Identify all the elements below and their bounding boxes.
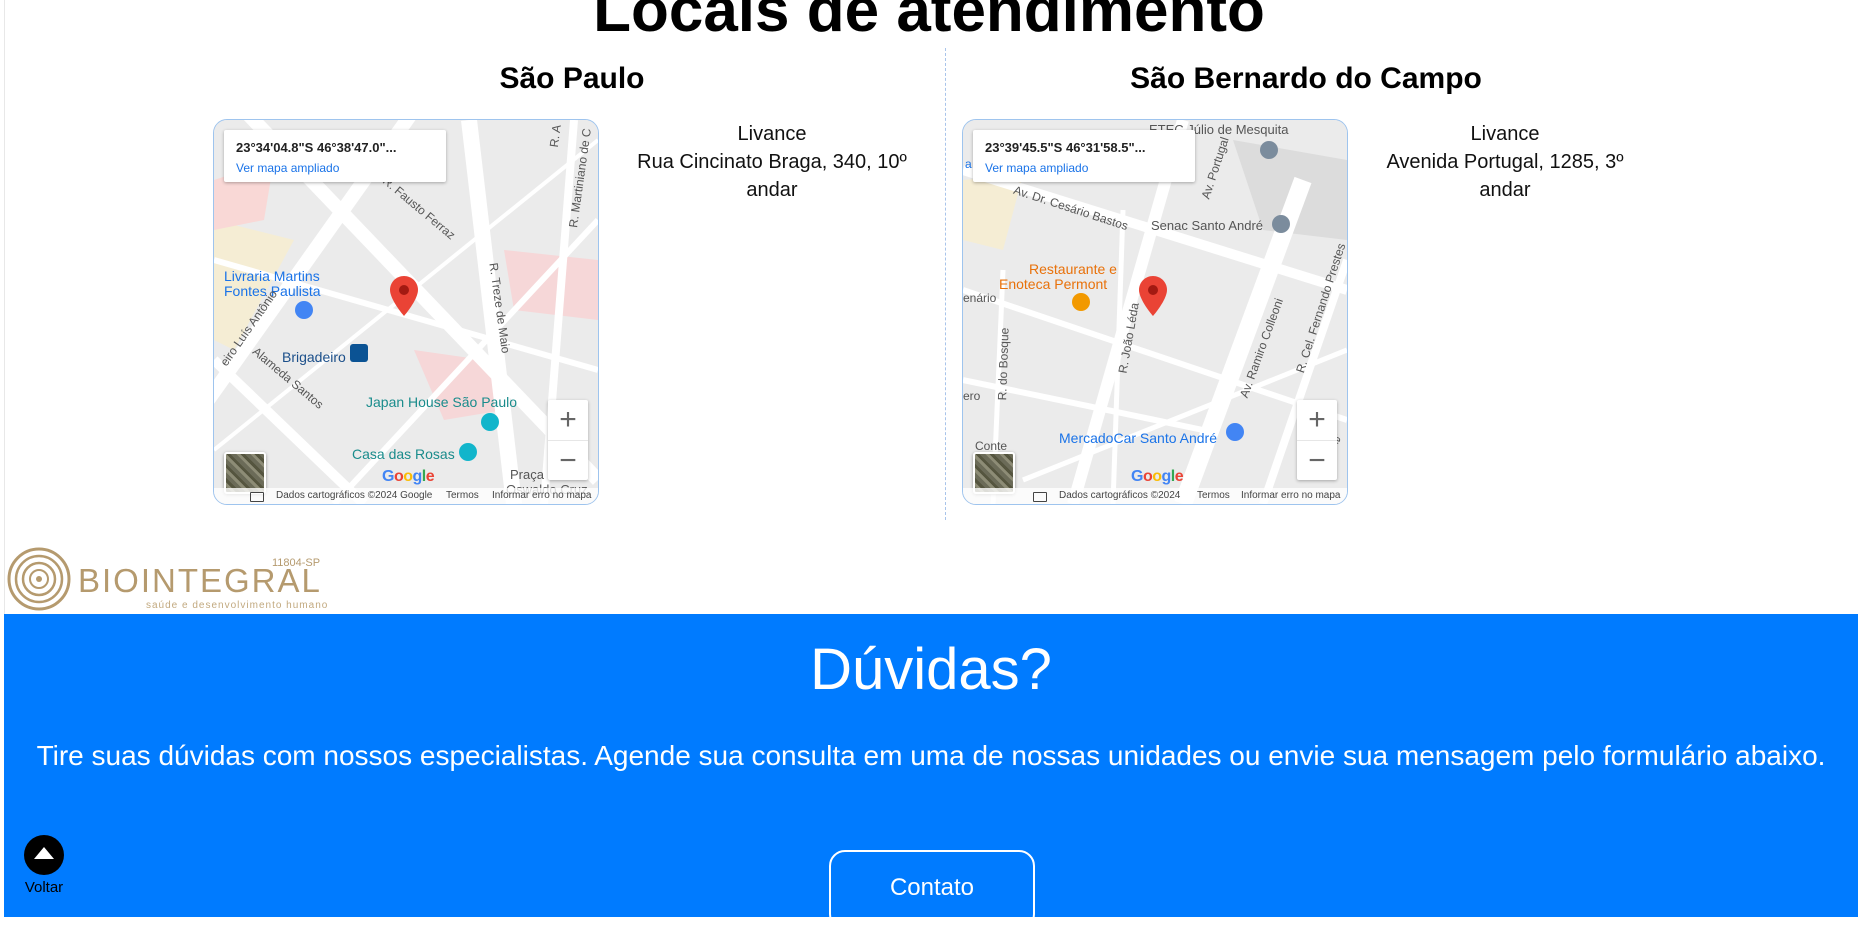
- store-icon: [1226, 423, 1244, 441]
- map-info-box: 23°34'04.8"S 46°38'47.0"... Ver mapa amp…: [224, 130, 446, 182]
- cta-text: Tire suas dúvidas com nossos especialist…: [36, 740, 1826, 771]
- map-attribution-bar: Dados cartográficos ©2024 Google Termos …: [214, 488, 598, 504]
- pin-icon[interactable]: [390, 276, 418, 316]
- enlarge-map-link[interactable]: Ver mapa ampliado: [236, 161, 339, 175]
- column-divider: [945, 48, 946, 520]
- venue-name: Livance: [737, 123, 807, 145]
- city-title-sao-bernardo: São Bernardo do Campo: [1130, 62, 1482, 95]
- map-label: MercadoCar Santo André: [1059, 430, 1217, 446]
- map-info-box: 23°39'45.5"S 46°31'58.5"... Ver mapa amp…: [973, 130, 1195, 182]
- keyboard-icon[interactable]: [250, 492, 264, 502]
- map-label: R. A: [546, 123, 564, 149]
- contact-button[interactable]: Contato: [829, 850, 1035, 930]
- map-sao-paulo[interactable]: Livraria Martins Fontes Paulista Brigade…: [213, 119, 599, 505]
- keyboard-icon[interactable]: [1033, 492, 1047, 502]
- landmark-icon: [459, 443, 477, 461]
- map-label: ero: [963, 389, 981, 403]
- school-icon: [1272, 215, 1290, 233]
- map-label: Praça: [510, 467, 544, 482]
- zoom-in-icon[interactable]: +: [1297, 400, 1337, 440]
- logo-tagline: saúde e desenvolvimento humano: [146, 600, 329, 611]
- metro-icon: [350, 344, 368, 362]
- back-to-top-button[interactable]: Voltar: [22, 835, 66, 896]
- questions-section: Dúvidas? Tire suas dúvidas com nossos es…: [4, 614, 1858, 930]
- map-report-link[interactable]: Informar erro no mapa: [1241, 490, 1341, 501]
- map-label: R. do Bosque: [995, 327, 1012, 401]
- restaurant-icon: [1072, 293, 1090, 311]
- zoom-out-icon[interactable]: −: [548, 440, 588, 481]
- logo-name: BIOINTEGRAL: [78, 562, 322, 599]
- address-block-sao-bernardo: Livance Avenida Portugal, 1285, 3º andar: [1360, 120, 1650, 204]
- zoom-control: + −: [548, 400, 588, 480]
- map-label: enário: [963, 291, 997, 305]
- arrow-up-icon: [34, 847, 54, 859]
- map-coordinates: 23°39'45.5"S 46°31'58.5"...: [985, 140, 1146, 155]
- bookstore-icon: [295, 301, 313, 319]
- street-address: Rua Cincinato Braga, 340, 10º andar: [637, 151, 907, 201]
- map-terms-link[interactable]: Termos: [1197, 490, 1230, 501]
- zoom-control: + −: [1297, 400, 1337, 480]
- street-address: Avenida Portugal, 1285, 3º andar: [1386, 151, 1624, 201]
- map-label: Casa das Rosas: [352, 446, 455, 462]
- map-attribution: Dados cartográficos ©2024 Google: [276, 490, 433, 501]
- page-title: Locais de atendimento: [593, 0, 1265, 45]
- zoom-in-icon[interactable]: +: [548, 400, 588, 440]
- cta-title: Dúvidas?: [810, 637, 1052, 702]
- map-label: Enoteca Permont: [999, 276, 1108, 292]
- map-sao-bernardo[interactable]: ETEC Júlio de Mesquita Av. Dr. Cesário B…: [962, 119, 1348, 505]
- address-block-sao-paulo: Livance Rua Cincinato Braga, 340, 10º an…: [612, 120, 932, 204]
- spiral-logo-icon: [7, 547, 71, 611]
- map-label: Livraria Martins: [224, 268, 320, 284]
- venue-name: Livance: [1470, 123, 1540, 145]
- map-attribution: Dados cartográficos ©2024: [1059, 490, 1181, 501]
- back-label: Voltar: [24, 879, 64, 896]
- google-logo: Google: [382, 468, 435, 485]
- zoom-out-icon[interactable]: −: [1297, 440, 1337, 481]
- map-attribution-bar: Dados cartográficos ©2024 Termos Informa…: [963, 488, 1347, 504]
- map-coordinates: 23°34'04.8"S 46°38'47.0"...: [236, 140, 397, 155]
- map-label: Senac Santo André: [1151, 218, 1264, 233]
- school-icon: [1260, 141, 1278, 159]
- museum-icon: [481, 413, 499, 431]
- map-label: Restaurante e: [1029, 261, 1117, 277]
- map-label: Japan House São Paulo: [366, 394, 517, 410]
- city-title-sao-paulo: São Paulo: [499, 62, 645, 95]
- map-report-link[interactable]: Informar erro no mapa: [492, 490, 592, 501]
- contact-button-label: Contato: [889, 874, 975, 901]
- brand-logo[interactable]: 11804-SP BIOINTEGRAL saúde e desenvolvim…: [6, 546, 329, 614]
- google-logo: Google: [1131, 468, 1184, 485]
- left-border: [4, 0, 5, 614]
- back-circle: [24, 835, 64, 875]
- map-terms-link[interactable]: Termos: [446, 490, 479, 501]
- enlarge-map-link[interactable]: Ver mapa ampliado: [985, 161, 1088, 175]
- pin-icon[interactable]: [1139, 276, 1167, 316]
- map-label: Brigadeiro: [282, 349, 346, 365]
